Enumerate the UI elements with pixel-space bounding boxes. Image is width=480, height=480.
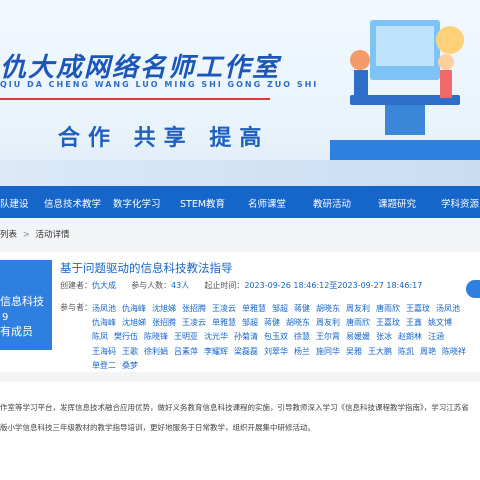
participant-name[interactable]: 施同华 — [316, 345, 340, 359]
nav-item-stem[interactable]: STEM教育 — [180, 196, 225, 210]
participant-name[interactable]: 张冰 — [376, 330, 392, 344]
activity-panel: 信息科技 9 有成员 基于问题驱动的信息科技教法指导 创建者：仇大成 参与人数：… — [0, 252, 480, 372]
participant-name[interactable]: 张招腾 — [152, 316, 176, 330]
participant-name[interactable]: 汪涵 — [428, 330, 444, 344]
participant-name[interactable]: 王大鹏 — [368, 345, 392, 359]
participant-name[interactable]: 王歌 — [122, 345, 138, 359]
participant-name[interactable]: 易媛媛 — [346, 330, 370, 344]
nav-item-research-activity[interactable]: 教研活动 — [313, 196, 351, 210]
description-line-2: 版小学信息科技三年级教材的教学指导培训，更好地服务于日常教学，组织开展集中研修活… — [0, 423, 315, 432]
nav-item-digital-learning[interactable]: 数字化学习 — [113, 196, 161, 210]
activity-meta: 创建者：仇大成 参与人数：43人 起止时间：2023-09-26 18:46:1… — [60, 280, 422, 291]
participant-name[interactable]: 吕素萍 — [174, 345, 198, 359]
creator-label: 创建者： — [60, 281, 92, 290]
participant-name[interactable]: 李耀辉 — [204, 345, 228, 359]
participant-name[interactable]: 赵朗林 — [398, 330, 422, 344]
participants-list: 汤凤池 仇海峰 沈旭娣 张招腾 王凌云 单雅慧 邹超 蒋健 胡晓东 周友利 唐雨欣 王嘉玟 汤凤池仇海峰… — [92, 302, 472, 373]
description-line-1: 作室等学习平台，发挥信息技术融合应用优势，做好义务教育信息科技课程的实施，引导教… — [0, 403, 469, 412]
participant-name[interactable]: 王凌云 — [182, 316, 206, 330]
participant-name[interactable]: 蒋健 — [264, 316, 280, 330]
participant-name[interactable]: 沈旭娣 — [122, 316, 146, 330]
main-nav: 队建设 信息技术教学 数字化学习 STEM教育 名师课堂 教研活动 课题研究 学… — [0, 186, 480, 218]
participant-name[interactable]: 沈旭娣 — [152, 302, 176, 316]
count-label: 参与人数： — [131, 281, 172, 290]
participant-name[interactable]: 邹超 — [272, 302, 288, 316]
participant-name[interactable]: 周友利 — [316, 316, 340, 330]
participant-name[interactable]: 蒋健 — [294, 302, 310, 316]
participant-name[interactable]: 单雅慧 — [242, 302, 266, 316]
participant-name[interactable]: 徐利娟 — [144, 345, 168, 359]
header-banner: 仇大成网络名师工作室 QIU DA CHENG WANG LUO MING SH… — [0, 0, 480, 186]
participant-name[interactable]: 王海码 — [92, 345, 116, 359]
participant-name[interactable]: 沈光华 — [204, 330, 228, 344]
banner-illustration — [330, 20, 480, 160]
group-tile[interactable]: 信息科技 9 有成员 — [0, 260, 52, 350]
participant-name[interactable]: 徐慧 — [294, 330, 310, 344]
participants-label: 参与者： — [60, 303, 92, 312]
participant-name[interactable]: 桑梦 — [122, 359, 138, 373]
slogan: 合作 共享 提高 — [58, 125, 270, 151]
participant-name[interactable]: 王嘉玟 — [376, 316, 400, 330]
participant-name[interactable]: 王嘉玟 — [406, 302, 430, 316]
activity-title: 基于问题驱动的信息科技教法指导 — [60, 261, 233, 275]
participant-name[interactable]: 梁磊磊 — [234, 345, 258, 359]
participant-name[interactable]: 包玉双 — [264, 330, 288, 344]
participant-name[interactable]: 唐雨欣 — [346, 316, 370, 330]
participant-name[interactable]: 汤凤池 — [436, 302, 460, 316]
nav-item-it-teaching[interactable]: 信息技术教学 — [44, 196, 101, 210]
group-tile-name: 信息科技 — [0, 295, 44, 308]
participant-name[interactable]: 胡晓东 — [286, 316, 310, 330]
participant-name[interactable]: 陈晓锋 — [144, 330, 168, 344]
participant-name[interactable]: 陈晓祥 — [442, 345, 466, 359]
participant-name[interactable]: 仇海峰 — [122, 302, 146, 316]
participant-name[interactable]: 周艳 — [420, 345, 436, 359]
nav-item-subject-resources[interactable]: 学科资源 — [441, 196, 479, 210]
nav-item-team[interactable]: 队建设 — [0, 196, 29, 210]
participant-name[interactable]: 孙菊清 — [234, 330, 258, 344]
time-label: 起止时间： — [204, 281, 245, 290]
participant-name[interactable]: 王明亚 — [174, 330, 198, 344]
participant-name[interactable]: 汤凤池 — [92, 302, 116, 316]
breadcrumb-current: 活动详情 — [35, 230, 70, 240]
participant-name[interactable]: 姚文博 — [428, 316, 452, 330]
participant-name[interactable]: 仇海峰 — [92, 316, 116, 330]
side-action-button[interactable] — [466, 280, 480, 298]
creator-name[interactable]: 仇大成 — [92, 281, 116, 290]
participant-name[interactable]: 胡晓东 — [316, 302, 340, 316]
participant-name[interactable]: 单雅慧 — [212, 316, 236, 330]
participant-name[interactable]: 刘翠华 — [264, 345, 288, 359]
participant-name[interactable]: 邹超 — [242, 316, 258, 330]
participant-name[interactable]: 张招腾 — [182, 302, 206, 316]
nav-item-project-research[interactable]: 课题研究 — [378, 196, 416, 210]
group-tile-members: 有成员 — [0, 325, 33, 338]
participant-name[interactable]: 吴雅 — [346, 345, 362, 359]
activity-time: 2023-09-26 18:46:12至2023-09-27 18:46:17 — [244, 281, 423, 290]
participant-name[interactable]: 唐雨欣 — [376, 302, 400, 316]
breadcrumb-list-link[interactable]: 列表 — [0, 230, 17, 240]
nav-item-master-class[interactable]: 名师课堂 — [248, 196, 286, 210]
banner-divider — [0, 98, 270, 100]
studio-title: 仇大成网络名师工作室 — [0, 53, 281, 83]
participant-name[interactable]: 樊行伍 — [114, 330, 138, 344]
participant-name[interactable]: 周友利 — [346, 302, 370, 316]
participant-name[interactable]: 王尔霄 — [316, 330, 340, 344]
breadcrumb-separator: > — [22, 230, 30, 240]
participant-name[interactable]: 王鑫 — [406, 316, 422, 330]
participant-name[interactable]: 王凌云 — [212, 302, 236, 316]
page: { "banner": { "title": "仇大成网络名师工作室", "pi… — [0, 0, 480, 480]
participant-name[interactable]: 杨兰 — [294, 345, 310, 359]
activity-description: 作室等学习平台，发挥信息技术融合应用优势，做好义务教育信息科技课程的实施，引导教… — [0, 382, 480, 480]
participant-name[interactable]: 陈凯 — [398, 345, 414, 359]
participant-count: 43人 — [171, 281, 190, 290]
banner-band — [0, 160, 480, 186]
participant-name[interactable]: 陈凤 — [92, 330, 108, 344]
breadcrumb: 列表 > 活动详情 — [0, 228, 70, 240]
participant-name[interactable]: 单登二 — [92, 359, 116, 373]
studio-pinyin: QIU DA CHENG WANG LUO MING SHI GONG ZUO … — [0, 80, 319, 89]
